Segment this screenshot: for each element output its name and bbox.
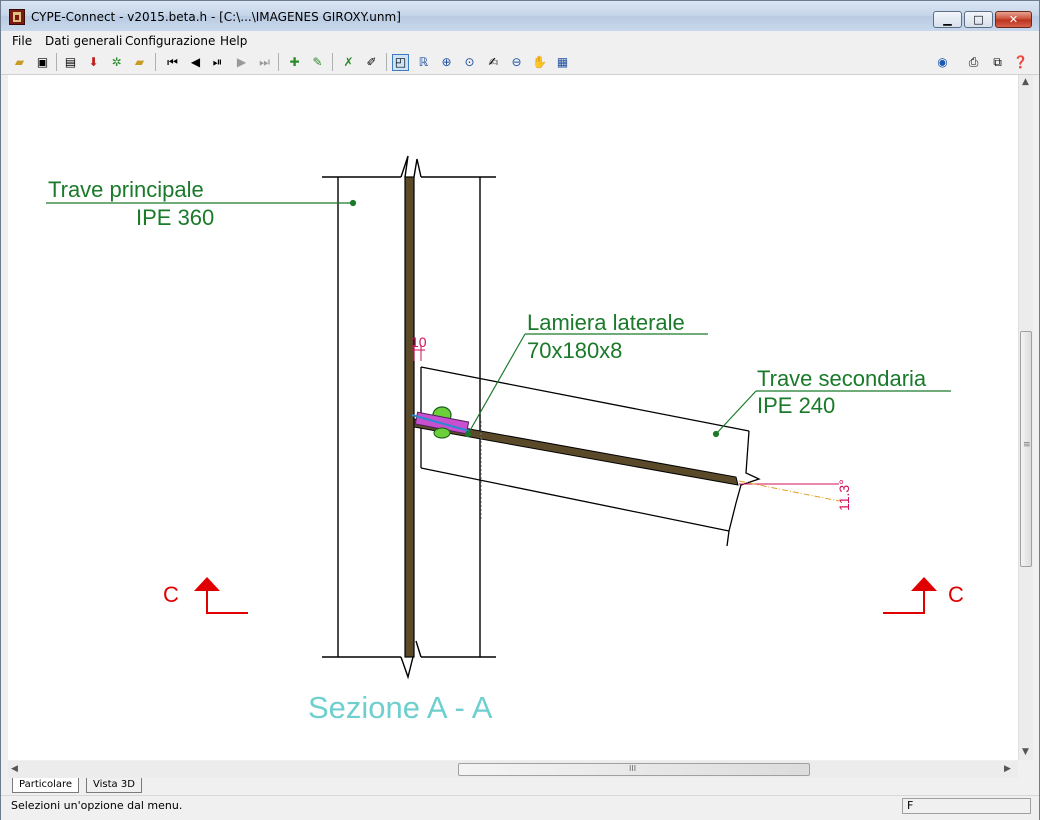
vertical-scroll-thumb[interactable]: ≡ [1020,331,1032,567]
menu-file[interactable]: File [12,34,32,48]
section-mark-left [206,591,248,614]
tab-vista-3d[interactable]: Vista 3D [86,778,142,793]
zoom-in-icon[interactable]: ⊙ [461,54,478,71]
menu-bar: File Dati generali Configurazione Help [1,31,1039,50]
general-data-icon[interactable]: ▤ [62,54,79,71]
status-message: Selezioni un'opzione dal menu. [11,799,183,812]
add-beam-icon[interactable]: ✚ [286,54,303,71]
print-icon[interactable]: ⎙ [965,54,982,71]
drawing-canvas[interactable]: Trave principale IPE 360 Lamiera lateral… [8,75,1018,760]
check-icon[interactable]: ✐ [363,54,380,71]
delete-check-icon[interactable]: ✗ [340,54,357,71]
horizontal-scroll-thumb[interactable]: III [458,763,810,776]
section-title: Sezione A - A [308,690,493,725]
menu-configurazione[interactable]: Configurazione [125,34,215,48]
toolbar: ▰ ▣ ▤ ⬇ ✲ ▰ ⏮ ◀ ⏯ ▶ ⏭ ✚ ✎ ✗ ✐ ◰ ℝ ⊕ ⊙ ✍ … [1,50,1039,75]
web-icon[interactable]: ◉ [934,54,951,71]
angle-dimension-text: 11.3° [836,479,852,511]
secondary-beam-label: Trave secondaria [757,366,927,391]
maximize-button[interactable]: □ [964,11,993,28]
vertical-scrollbar[interactable]: ▲ ≡ ▼ [1018,75,1033,760]
save-icon[interactable]: ▣ [34,54,51,71]
zoom-all-icon[interactable]: ⊕ [438,54,455,71]
scroll-left-icon[interactable]: ◀ [11,764,18,774]
zoom-out-icon[interactable]: ⊖ [508,54,525,71]
edit-beam-icon[interactable]: ✎ [309,54,326,71]
app-window: CYPE-Connect - v2015.beta.h - [C:\...\IM… [0,0,1040,820]
close-button[interactable]: ✕ [995,11,1032,28]
secondary-beam-profile: IPE 240 [757,393,835,418]
first-icon[interactable]: ⏮ [164,54,181,71]
tab-particolare[interactable]: Particolare [12,778,80,793]
gap-dimension-text: 10 [411,334,427,350]
folder-icon[interactable]: ▰ [131,54,148,71]
section-label-left: C [163,582,179,607]
window-title: CYPE-Connect - v2015.beta.h - [C:\...\IM… [31,10,401,24]
view-tabs: Particolare Vista 3D [8,778,1018,794]
menu-dati-generali[interactable]: Dati generali [45,34,122,48]
section-drawing: Trave principale IPE 360 Lamiera lateral… [46,155,964,725]
horizontal-scrollbar[interactable]: ◀ III ▶ [8,761,1018,778]
scroll-right-icon[interactable]: ▶ [1004,764,1011,774]
main-beam-profile: IPE 360 [136,205,214,230]
next-icon[interactable]: ▶ [233,54,250,71]
app-icon[interactable] [9,9,25,25]
scroll-up-icon[interactable]: ▲ [1022,77,1029,87]
redraw-icon[interactable]: ℝ [415,54,432,71]
scroll-down-icon[interactable]: ▼ [1022,747,1029,757]
plate-label: Lamiera laterale [527,310,685,335]
main-beam-web [404,176,415,658]
views-icon[interactable]: ▦ [554,54,571,71]
previous-icon[interactable]: ◀ [187,54,204,71]
zoom-window-icon[interactable]: ◰ [392,54,409,71]
help-icon[interactable]: ❓ [1012,54,1029,71]
minimize-button[interactable]: ▁ [933,11,962,28]
section-label-right: C [948,582,964,607]
next-connection-icon[interactable]: ⏯ [209,54,226,71]
menu-help[interactable]: Help [220,34,247,48]
measure-icon[interactable]: ✍ [485,54,502,71]
status-bar: Selezioni un'opzione dal menu. F [1,795,1039,820]
connections-icon[interactable]: ✲ [108,54,125,71]
status-field: F [902,798,1031,814]
import-icon[interactable]: ⬇ [85,54,102,71]
main-beam-label: Trave principale [48,177,204,202]
title-bar[interactable]: CYPE-Connect - v2015.beta.h - [C:\...\IM… [1,1,1039,31]
pan-icon[interactable]: ✋ [531,54,548,71]
open-icon[interactable]: ▰ [11,54,28,71]
last-icon[interactable]: ⏭ [256,54,273,71]
plate-size: 70x180x8 [527,338,622,363]
section-mark-right [883,591,925,614]
export-icon[interactable]: ⧉ [989,54,1006,71]
